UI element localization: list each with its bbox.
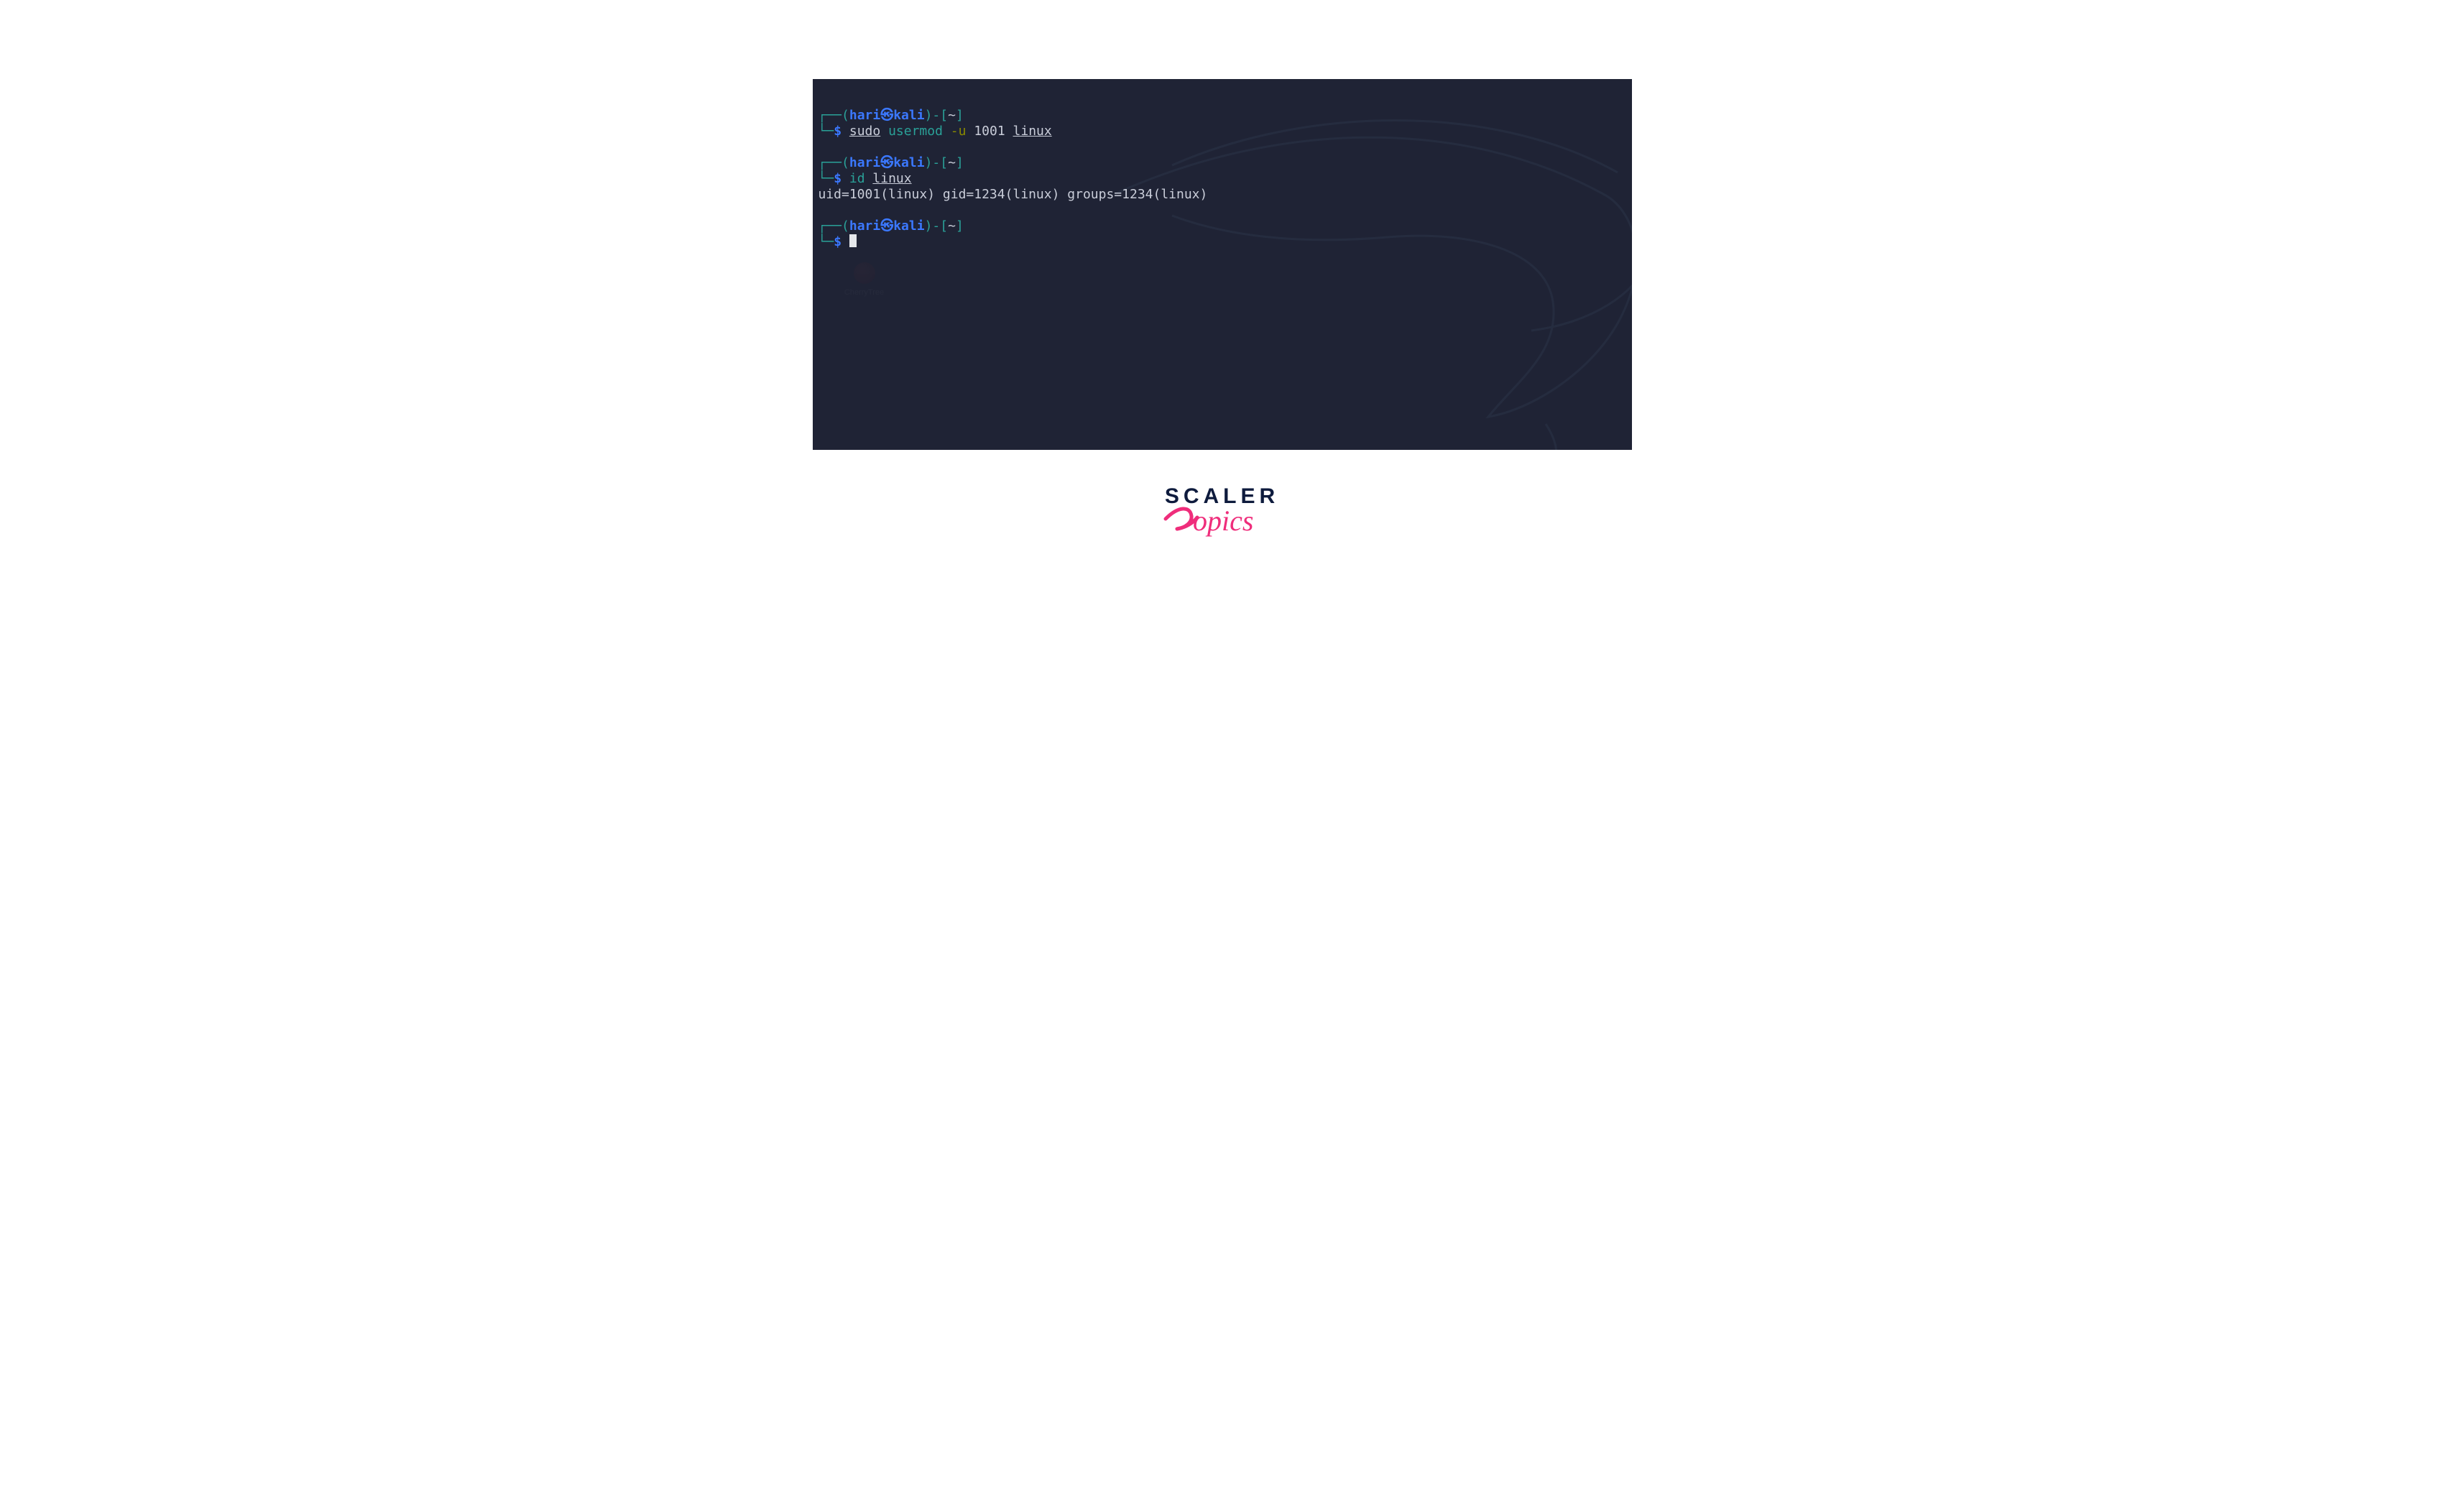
watermark-topics: opics [1161,503,1283,543]
desktop-icon-label: CherryTree [841,288,887,297]
skull-icon: ㉿ [880,155,893,171]
cmd-target-user-2: linux [872,171,911,186]
skull-icon: ㉿ [880,108,893,124]
page-container: CherryTree ┌──(hari㉿kali)-[~] └─$ sudo u… [719,0,1725,622]
prompt-line-2-cmd: └─$ id linux [818,171,912,186]
prompt-line-2-top: ┌──(hari㉿kali)-[~] [818,155,964,170]
skull-icon: ㉿ [880,218,893,234]
desktop-icon-cherrytree: CherryTree [841,262,887,297]
scaler-topics-watermark: SCALER opics [1161,486,1283,543]
cmd-target-user-1: linux [1013,124,1052,139]
cherry-icon [854,262,875,284]
cmd-sudo: sudo [849,124,880,139]
prompt-line-1-top: ┌──(hari㉿kali)-[~] [818,108,964,123]
prompt-line-3-cmd[interactable]: └─$ [818,234,857,249]
cmd-uid: 1001 [974,124,1005,139]
svg-text:opics: opics [1193,504,1253,537]
prompt-line-3-top: ┌──(hari㉿kali)-[~] [818,218,964,234]
terminal-window[interactable]: CherryTree ┌──(hari㉿kali)-[~] └─$ sudo u… [813,79,1632,450]
cmd-flag-u: -u [951,124,967,139]
cmd-id: id [849,171,865,186]
output-id-line: uid=1001(linux) gid=1234(linux) groups=1… [818,187,1208,202]
terminal-cursor[interactable] [849,234,857,247]
terminal-output: ┌──(hari㉿kali)-[~] └─$ sudo usermod -u 1… [813,79,1632,256]
cmd-usermod: usermod [888,124,943,139]
prompt-line-1-cmd: └─$ sudo usermod -u 1001 linux [818,124,1052,139]
